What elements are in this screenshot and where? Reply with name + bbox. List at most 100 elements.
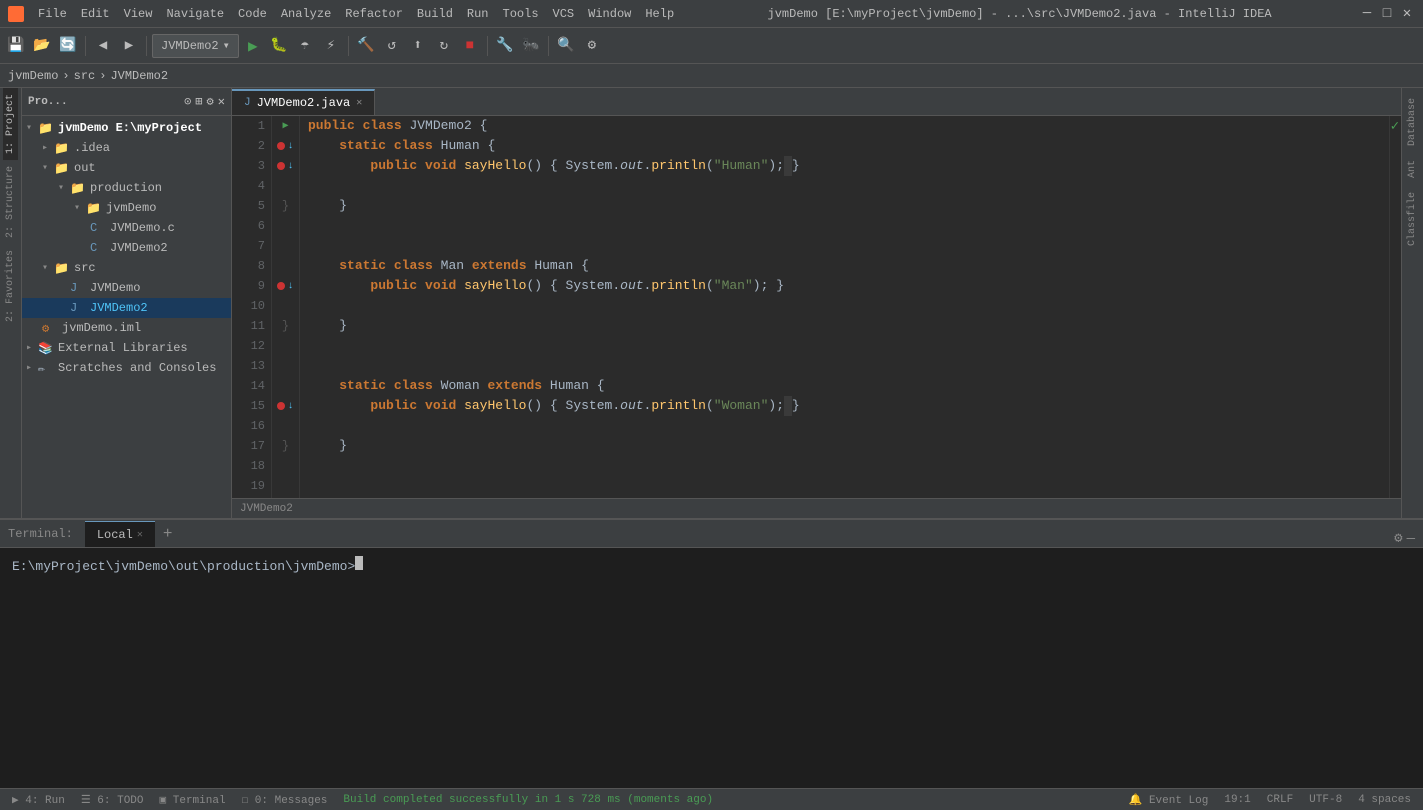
- sync-button[interactable]: 🔄: [56, 34, 80, 58]
- menu-run[interactable]: Run: [461, 5, 495, 23]
- menu-analyze[interactable]: Analyze: [275, 5, 337, 23]
- close-button[interactable]: ✕: [1399, 6, 1415, 22]
- tree-item-jvmdemo-class[interactable]: C JVMDemo.c: [22, 218, 231, 238]
- tree-item-idea[interactable]: ▸ 📁 .idea: [22, 138, 231, 158]
- tab-close-icon[interactable]: ✕: [356, 97, 362, 109]
- terminal-local-close[interactable]: ✕: [137, 529, 143, 541]
- reload-button[interactable]: ↻: [432, 34, 456, 58]
- debug-button[interactable]: 🐛: [267, 34, 291, 58]
- tree-label-root: jvmDemo E:\myProject: [58, 121, 202, 135]
- ant-tab[interactable]: Ant: [1405, 154, 1420, 184]
- encoding[interactable]: UTF-8: [1305, 794, 1346, 806]
- messages-button[interactable]: ☐ 0: Messages: [238, 793, 332, 807]
- tree-item-scratches[interactable]: ▸ ✏ Scratches and Consoles: [22, 358, 231, 378]
- minimize-button[interactable]: ─: [1359, 6, 1375, 22]
- open-button[interactable]: 📂: [30, 34, 54, 58]
- cursor-position[interactable]: 19:1: [1220, 794, 1254, 806]
- terminal-minimize-icon[interactable]: —: [1407, 531, 1415, 547]
- tree-item-jvmdemo2-class[interactable]: C JVMDemo2: [22, 238, 231, 258]
- bp-gutter-3[interactable]: [277, 162, 285, 170]
- editor-tab-jvmdemo2[interactable]: J JVMDemo2.java ✕: [232, 89, 375, 115]
- code-line-20: public static void main(String[] args) {: [308, 496, 1381, 498]
- event-log-icon[interactable]: 🔔 Event Log: [1125, 793, 1213, 807]
- code-line-6: [308, 216, 1381, 236]
- window-title: jvmDemo [E:\myProject\jvmDemo] - ...\src…: [680, 7, 1359, 21]
- profile-button[interactable]: ⚡: [319, 34, 343, 58]
- tree-item-jvmdemo-java[interactable]: ▸ J JVMDemo: [22, 278, 231, 298]
- sidebar-header: Pro... ⊙ ⊞ ⚙ ✕: [22, 88, 231, 116]
- tree-item-jvmdemo2-java[interactable]: ▸ J JVMDemo2: [22, 298, 231, 318]
- tree-label-jvmdemo2-class: JVMDemo2: [110, 241, 168, 255]
- search-everywhere-button[interactable]: 🔍: [554, 34, 578, 58]
- save-button[interactable]: 💾: [4, 34, 28, 58]
- menu-help[interactable]: Help: [639, 5, 680, 23]
- run-status-button[interactable]: ▶ 4: Run: [8, 793, 69, 807]
- forward-button[interactable]: ▶: [117, 34, 141, 58]
- code-content[interactable]: public class JVMDemo2 { static class Hum…: [300, 116, 1389, 498]
- locate-file-icon[interactable]: ⊙: [184, 94, 191, 109]
- main-area: 1: Project 2: Structure 2: Favorites Pro…: [0, 88, 1423, 518]
- app-logo: [8, 6, 24, 22]
- tree-item-production[interactable]: ▾ 📁 production: [22, 178, 231, 198]
- right-sidebar: Database Ant Classfile: [1401, 88, 1423, 518]
- tree-root-jvmdemo[interactable]: ▾ 📁 jvmDemo E:\myProject: [22, 118, 231, 138]
- run-gutter-1[interactable]: ▶: [282, 120, 288, 132]
- checkmark-icon: ✓: [1391, 118, 1399, 135]
- terminal-tab-local[interactable]: Local ✕: [85, 521, 155, 547]
- todo-button[interactable]: ☰ 6: TODO: [77, 793, 148, 807]
- menu-build[interactable]: Build: [411, 5, 459, 23]
- menu-edit[interactable]: Edit: [75, 5, 116, 23]
- tree-item-out[interactable]: ▾ 📁 out: [22, 158, 231, 178]
- classfile-tab[interactable]: Classfile: [1405, 186, 1420, 252]
- code-line-10: [308, 296, 1381, 316]
- bp-gutter-9[interactable]: [277, 282, 285, 290]
- back-button[interactable]: ◀: [91, 34, 115, 58]
- code-line-4: [308, 176, 1381, 196]
- code-line-13: [308, 356, 1381, 376]
- expand-all-icon[interactable]: ⊞: [195, 94, 202, 109]
- menu-navigate[interactable]: Navigate: [160, 5, 230, 23]
- tree-item-jvmdemo-prod[interactable]: ▾ 📁 jvmDemo: [22, 198, 231, 218]
- breadcrumb-project[interactable]: jvmDemo: [8, 69, 58, 83]
- build-button[interactable]: 🔨: [354, 34, 378, 58]
- line-endings[interactable]: CRLF: [1263, 794, 1297, 806]
- database-tab[interactable]: Database: [1405, 92, 1420, 152]
- breadcrumb-src[interactable]: src: [74, 69, 96, 83]
- coverage-button[interactable]: ☂: [293, 34, 317, 58]
- update-button[interactable]: ⬆: [406, 34, 430, 58]
- menu-code[interactable]: Code: [232, 5, 273, 23]
- window-controls[interactable]: ─ □ ✕: [1359, 6, 1415, 22]
- settings-button[interactable]: ⚙: [580, 34, 604, 58]
- run-config-dropdown[interactable]: JVMDemo2 ▾: [152, 34, 239, 58]
- terminal-button[interactable]: ▣ Terminal: [156, 793, 230, 807]
- editor-scrollbar[interactable]: ✓: [1389, 116, 1401, 498]
- bp-gutter-2[interactable]: [277, 142, 285, 150]
- add-terminal-button[interactable]: +: [155, 521, 181, 547]
- bp-gutter-15[interactable]: [277, 402, 285, 410]
- structure-tab[interactable]: 2: Structure: [3, 160, 18, 244]
- run-button[interactable]: ▶: [241, 34, 265, 58]
- indent-settings[interactable]: 4 spaces: [1354, 794, 1415, 806]
- menu-bar[interactable]: File Edit View Navigate Code Analyze Ref…: [32, 5, 680, 23]
- menu-refactor[interactable]: Refactor: [339, 5, 409, 23]
- menu-view[interactable]: View: [118, 5, 159, 23]
- tree-item-external-libs[interactable]: ▸ 📚 External Libraries: [22, 338, 231, 358]
- menu-window[interactable]: Window: [582, 5, 637, 23]
- tree-item-src[interactable]: ▾ 📁 src: [22, 258, 231, 278]
- maximize-button[interactable]: □: [1379, 6, 1395, 22]
- tree-item-iml[interactable]: ⚙ jvmDemo.iml: [22, 318, 231, 338]
- project-tab[interactable]: 1: Project: [3, 88, 18, 160]
- breadcrumb-file[interactable]: JVMDemo2: [110, 69, 168, 83]
- menu-file[interactable]: File: [32, 5, 73, 23]
- terminal-settings-icon[interactable]: ⚙: [1394, 530, 1402, 547]
- menu-tools[interactable]: Tools: [497, 5, 545, 23]
- build2-button[interactable]: 🔧: [493, 34, 517, 58]
- menu-vcs[interactable]: VCS: [547, 5, 581, 23]
- ant-button[interactable]: 🐜: [519, 34, 543, 58]
- terminal-content[interactable]: E:\myProject\jvmDemo\out\production\jvmD…: [0, 548, 1423, 788]
- stop-button[interactable]: ■: [458, 34, 482, 58]
- rebuild-button[interactable]: ↺: [380, 34, 404, 58]
- favorites-tab[interactable]: 2: Favorites: [3, 244, 18, 328]
- settings-icon[interactable]: ⚙: [207, 94, 214, 109]
- close-sidebar-icon[interactable]: ✕: [218, 94, 225, 109]
